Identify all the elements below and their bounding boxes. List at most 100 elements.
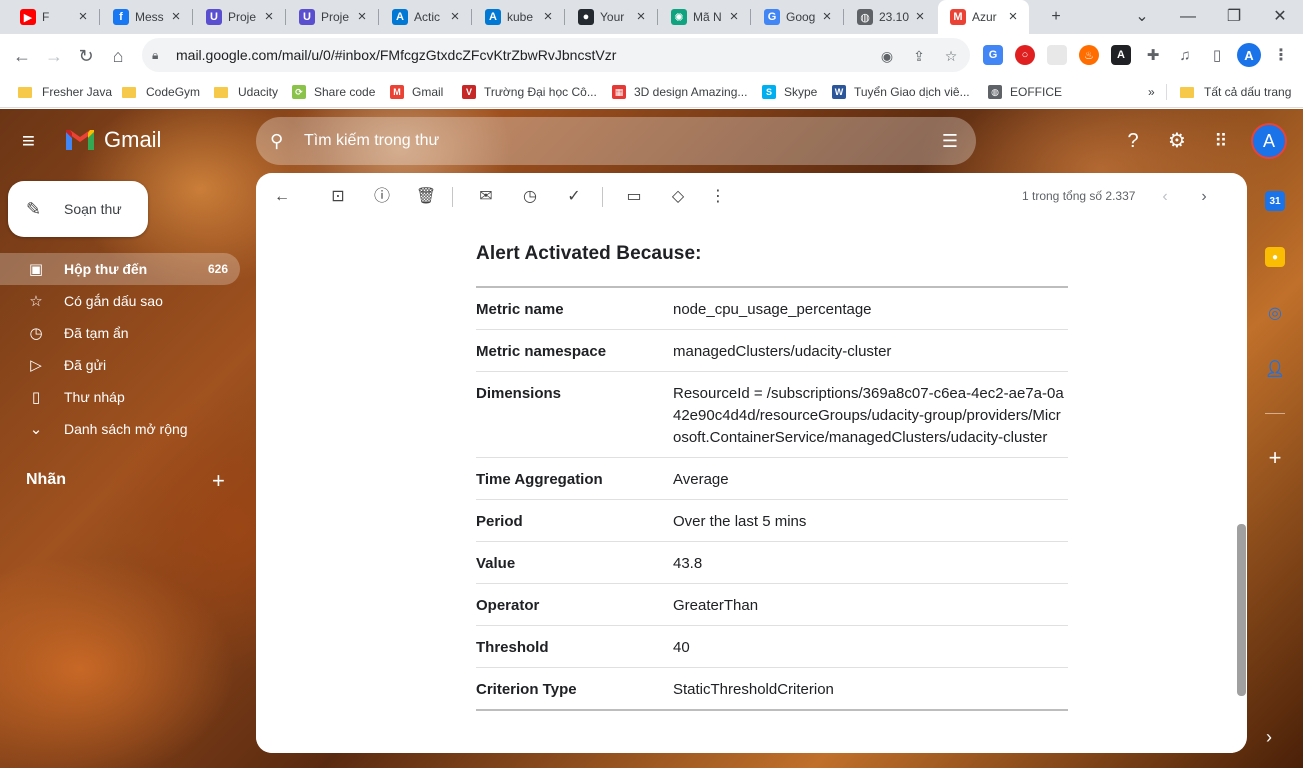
bookmark-item[interactable]: W Tuyển Giao dịch viê... (832, 82, 970, 102)
close-window-icon[interactable]: ✕ (1268, 5, 1292, 29)
add-to-tasks-icon[interactable]: ✓ (562, 185, 586, 209)
email-scrollbar-thumb[interactable] (1237, 524, 1246, 696)
media-control-icon[interactable]: ♫ (1175, 45, 1195, 65)
nav-item[interactable]: ▣ Hộp thư đến 626 (0, 253, 240, 285)
bookmark-item[interactable]: V Trường Đại học Cô... (462, 82, 597, 102)
back-to-inbox-icon[interactable]: ← (270, 185, 294, 209)
close-tab-icon[interactable]: × (819, 9, 835, 25)
account-avatar[interactable]: A (1251, 123, 1287, 159)
alert-detail-row: Dimensions ResourceId = /subscriptions/36… (476, 371, 1068, 458)
close-tab-icon[interactable]: × (75, 9, 91, 25)
get-addons-icon[interactable]: + (1265, 445, 1285, 471)
snooze-icon[interactable]: ◷ (518, 185, 542, 209)
tab-separator (285, 9, 286, 25)
all-bookmarks-item[interactable]: Tất cả dấu trang (1180, 82, 1291, 102)
lock-icon[interactable]: 🔒︎ (152, 48, 168, 63)
close-tab-icon[interactable]: × (540, 9, 556, 25)
bookmark-item[interactable]: CodeGym (122, 82, 200, 102)
bookmark-star-icon[interactable]: ☆ (942, 47, 960, 65)
close-tab-icon[interactable]: × (354, 9, 370, 25)
extension-icon[interactable] (1047, 45, 1067, 65)
bookmarks-overflow-chevron-icon[interactable]: » (1148, 82, 1155, 102)
gmail-logo[interactable]: Gmail (64, 127, 161, 153)
forward-icon[interactable]: → (40, 42, 68, 70)
nav-item[interactable]: ▯ Thư nháp (0, 381, 240, 413)
nav-item[interactable]: ▷ Đã gửi (0, 349, 240, 381)
address-bar[interactable]: 🔒︎ mail.google.com/mail/u/0/#inbox/FMfcg… (142, 38, 970, 72)
alert-heading: Alert Activated Because: (476, 243, 702, 264)
more-options-icon[interactable]: ⋮ (706, 185, 730, 209)
browser-tab[interactable]: f Mess × (101, 0, 192, 34)
browser-tab[interactable]: ▶ F × (8, 0, 99, 34)
nav-item[interactable]: ⌄ Danh sách mở rộng (0, 413, 240, 445)
adblock-extension-icon[interactable]: ○ (1015, 45, 1035, 65)
close-tab-icon[interactable]: × (447, 9, 463, 25)
report-spam-icon[interactable]: ⓘ (370, 185, 394, 209)
browser-tab[interactable]: ✺ Mã N × (659, 0, 750, 34)
browser-tab[interactable]: M Azur × (938, 0, 1029, 34)
minimize-icon[interactable]: — (1176, 5, 1200, 29)
browser-tab[interactable]: Akube × (473, 0, 564, 34)
tasks-icon[interactable]: ◎ (1265, 303, 1285, 323)
back-icon[interactable]: ← (8, 42, 36, 70)
mail-search-input[interactable]: ⚲ Tìm kiếm trong thư ☰ (256, 117, 976, 165)
nav-item[interactable]: ◷ Đã tạm ẩn (0, 317, 240, 349)
tab-search-icon[interactable]: ⌄ (1130, 5, 1154, 29)
angular-extension-icon[interactable]: A (1111, 45, 1131, 65)
keep-icon[interactable]: ● (1265, 247, 1285, 267)
newer-chevron-left-icon[interactable]: ‹ (1153, 185, 1177, 209)
search-icon[interactable]: ⚲ (270, 131, 294, 152)
puzzle-extensions-icon[interactable]: ✚ (1143, 45, 1163, 65)
tab-separator (843, 9, 844, 25)
delete-icon[interactable]: 🗑︎ (414, 185, 438, 209)
calendar-icon[interactable]: 31 (1265, 191, 1285, 211)
restore-icon[interactable]: ❐ (1222, 5, 1246, 29)
alert-detail-value: managedClusters/udacity-cluster (673, 329, 1068, 372)
mark-unread-icon[interactable]: ✉ (474, 185, 498, 209)
reload-icon[interactable]: ↻ (72, 42, 100, 70)
bookmark-item[interactable]: ◍ EOFFICE (988, 82, 1062, 102)
bookmark-item[interactable]: S Skype (762, 82, 817, 102)
nav-item[interactable]: ☆ Có gắn dấu sao (0, 285, 240, 317)
browser-tab[interactable]: G Goog × (752, 0, 843, 34)
main-menu-icon[interactable]: ≡ (22, 129, 46, 153)
side-panel-icon[interactable]: ▯ (1207, 45, 1227, 65)
contacts-icon[interactable]: 👤︎ (1265, 359, 1285, 379)
bookmark-item[interactable]: ⟳ Share code (292, 82, 375, 102)
search-options-icon[interactable]: ☰ (942, 131, 958, 152)
close-tab-icon[interactable]: × (1005, 9, 1021, 25)
label-icon[interactable]: ◇ (666, 185, 690, 209)
new-tab-icon[interactable]: + (1044, 5, 1068, 29)
close-tab-icon[interactable]: × (726, 9, 742, 25)
browser-tab[interactable]: ● Your × (566, 0, 657, 34)
apps-grid-icon[interactable]: ⠿ (1209, 129, 1233, 153)
archive-icon[interactable]: ⊡ (326, 185, 350, 209)
browser-tab[interactable]: A Actic × (380, 0, 471, 34)
home-icon[interactable]: ⌂ (104, 42, 132, 70)
bookmark-item[interactable]: M Gmail (390, 82, 443, 102)
close-tab-icon[interactable]: × (168, 9, 184, 25)
fire-extension-icon[interactable]: ♨ (1079, 45, 1099, 65)
browser-tab[interactable]: U Proje × (194, 0, 285, 34)
google-translate-extension-icon[interactable]: G (983, 45, 1003, 65)
bookmark-item[interactable]: Udacity (214, 82, 278, 102)
close-tab-icon[interactable]: × (261, 9, 277, 25)
settings-gear-icon[interactable]: ⚙ (1165, 129, 1189, 153)
eye-icon[interactable]: ◉ (878, 47, 896, 65)
share-icon[interactable]: ⇪ (910, 47, 928, 65)
help-icon[interactable]: ? (1121, 129, 1145, 153)
bookmark-item[interactable]: ▦ 3D design Amazing... (612, 82, 747, 102)
older-chevron-right-icon[interactable]: › (1192, 185, 1216, 209)
browser-tab[interactable]: ◍ 23.10 × (845, 0, 936, 34)
bookmark-item[interactable]: Fresher Java (18, 82, 112, 102)
expand-side-panel-icon[interactable]: › (1266, 727, 1272, 748)
add-label-icon[interactable]: + (212, 470, 225, 492)
close-tab-icon[interactable]: × (633, 9, 649, 25)
browser-tab[interactable]: U Proje × (287, 0, 378, 34)
alert-detail-value: StaticThresholdCriterion (673, 681, 834, 698)
move-to-icon[interactable]: ▭ (622, 185, 646, 209)
close-tab-icon[interactable]: × (912, 9, 928, 25)
compose-button[interactable]: ✎ Soạn thư (8, 181, 148, 237)
profile-avatar-icon[interactable]: A (1237, 43, 1261, 67)
kebab-menu-icon[interactable]: ⋮ (1271, 45, 1291, 65)
